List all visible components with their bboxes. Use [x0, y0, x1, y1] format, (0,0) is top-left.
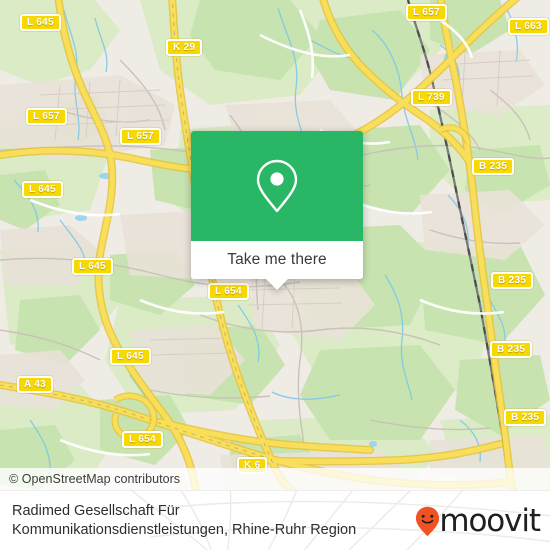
footer-bar: Radimed Gesellschaft Für Kommunikationsd… — [0, 490, 550, 550]
road-shield-label: L 739 — [411, 89, 452, 106]
road-shield-label: L 663 — [508, 18, 549, 35]
road-shield-label: L 654 — [208, 283, 249, 300]
moovit-wordmark: moovit — [439, 502, 541, 539]
road-shield-label: L 657 — [26, 108, 67, 125]
popup-pin-area — [191, 131, 363, 241]
road-shield-label: B 235 — [490, 341, 533, 358]
osm-attribution-text[interactable]: © OpenStreetMap contributors — [0, 472, 180, 486]
place-title-line1: Radimed Gesellschaft Für — [12, 503, 180, 519]
place-popup-card[interactable]: Take me there — [191, 131, 363, 290]
road-shield-label: L 645 — [20, 14, 61, 31]
road-shield-label: B 235 — [472, 158, 515, 175]
moovit-logo[interactable]: moovit — [415, 502, 541, 539]
place-title: Radimed Gesellschaft Für Kommunikationsd… — [0, 502, 356, 540]
road-shield-label: L 645 — [72, 258, 113, 275]
road-shield-label: L 645 — [110, 348, 151, 365]
take-me-there-button[interactable]: Take me there — [191, 241, 363, 290]
road-shield-label: B 235 — [504, 409, 547, 426]
popup-tail — [266, 279, 288, 290]
map-canvas[interactable]: L 645 K 29 L 657 L 663 L 657 L 657 L 739 L 645 B… — [0, 0, 550, 490]
road-shield-label: K 29 — [166, 39, 203, 56]
place-title-line2: Kommunikationsdienstleistungen, Rhine-Ru… — [12, 522, 357, 538]
road-shield-label: B 235 — [491, 272, 534, 289]
road-shield-label: L 645 — [22, 181, 63, 198]
location-pin-icon — [256, 159, 298, 213]
road-shield-label: L 654 — [122, 431, 163, 448]
take-me-there-label: Take me there — [227, 251, 327, 268]
road-shield-label: A 43 — [17, 376, 53, 393]
moovit-smiley-pin-icon — [416, 506, 440, 536]
moovit-map-page: L 645 K 29 L 657 L 663 L 657 L 657 L 739 L 645 B… — [0, 0, 550, 550]
map-attribution-bar: © OpenStreetMap contributors — [0, 468, 550, 490]
road-shield-label: L 657 — [120, 128, 161, 145]
road-shield-label: L 657 — [406, 4, 447, 21]
